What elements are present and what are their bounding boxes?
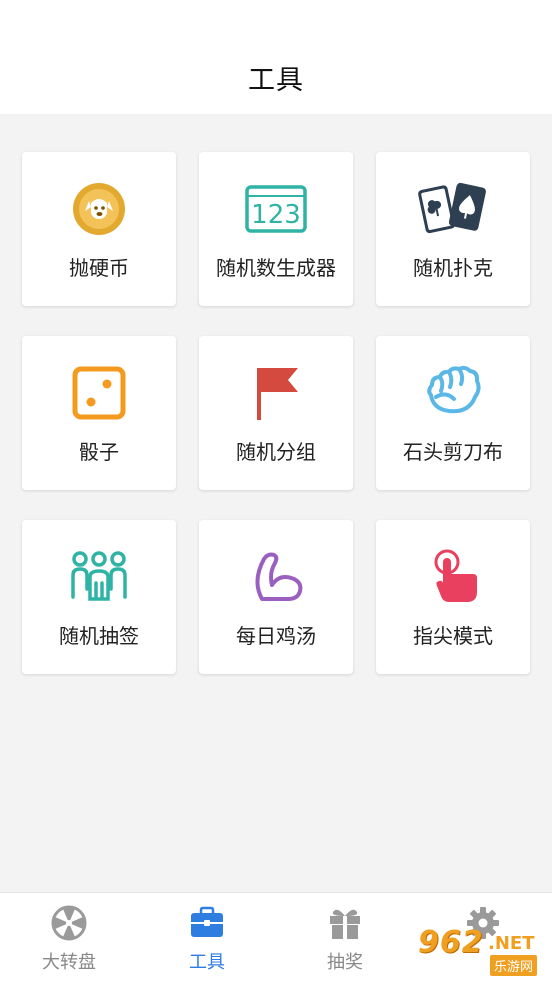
tool-card-daily-quote[interactable]: 每日鸡汤 <box>199 520 353 674</box>
watermark-logo: 962 .NET 乐游网 <box>414 925 546 976</box>
flag-icon <box>199 364 353 422</box>
tab-tools[interactable]: 工具 <box>138 893 276 982</box>
tab-label: 抽奖 <box>327 952 363 973</box>
tool-label: 骰子 <box>79 440 119 464</box>
tool-card-poker[interactable]: 随机扑克 <box>376 152 530 306</box>
tool-card-grouping[interactable]: 随机分组 <box>199 336 353 490</box>
tool-label: 指尖模式 <box>413 624 493 648</box>
poker-cards-icon <box>376 180 530 238</box>
tool-card-random-number[interactable]: 123 随机数生成器 <box>199 152 353 306</box>
tab-lottery[interactable]: 抽奖 <box>276 893 414 982</box>
tool-card-fingertip-mode[interactable]: 指尖模式 <box>376 520 530 674</box>
tool-label: 抛硬币 <box>69 256 129 280</box>
number-123-icon: 123 <box>199 180 353 238</box>
fist-icon <box>376 364 530 422</box>
tool-label: 随机数生成器 <box>216 256 336 280</box>
gift-icon <box>276 905 414 941</box>
tab-wheel[interactable]: 大转盘 <box>0 893 138 982</box>
tab-label: 大转盘 <box>42 952 96 973</box>
tool-card-coin[interactable]: 抛硬币 <box>22 152 176 306</box>
dice-icon <box>22 364 176 422</box>
watermark-number: 962 <box>418 925 484 960</box>
tool-label: 随机分组 <box>236 440 316 464</box>
watermark-site: 乐游网 <box>490 955 538 976</box>
page-title: 工具 <box>248 65 304 96</box>
tab-label: 工具 <box>189 952 225 973</box>
tool-label: 随机抽签 <box>59 624 139 648</box>
tool-card-rock-paper-scissors[interactable]: 石头剪刀布 <box>376 336 530 490</box>
tool-label: 随机扑克 <box>413 256 493 280</box>
finger-tap-icon <box>376 548 530 606</box>
tool-card-lottery-draw[interactable]: 随机抽签 <box>22 520 176 674</box>
wheel-icon <box>0 905 138 941</box>
tool-label: 石头剪刀布 <box>403 440 503 464</box>
muscle-arm-icon <box>199 548 353 606</box>
tool-card-dice[interactable]: 骰子 <box>22 336 176 490</box>
svg-text:123: 123 <box>251 200 301 230</box>
toolbox-icon <box>138 905 276 941</box>
watermark-suffix: .NET <box>488 933 535 954</box>
top-header: 工具 <box>0 0 552 114</box>
people-group-icon <box>22 548 176 606</box>
coin-dog-icon <box>22 180 176 238</box>
tool-label: 每日鸡汤 <box>236 624 316 648</box>
